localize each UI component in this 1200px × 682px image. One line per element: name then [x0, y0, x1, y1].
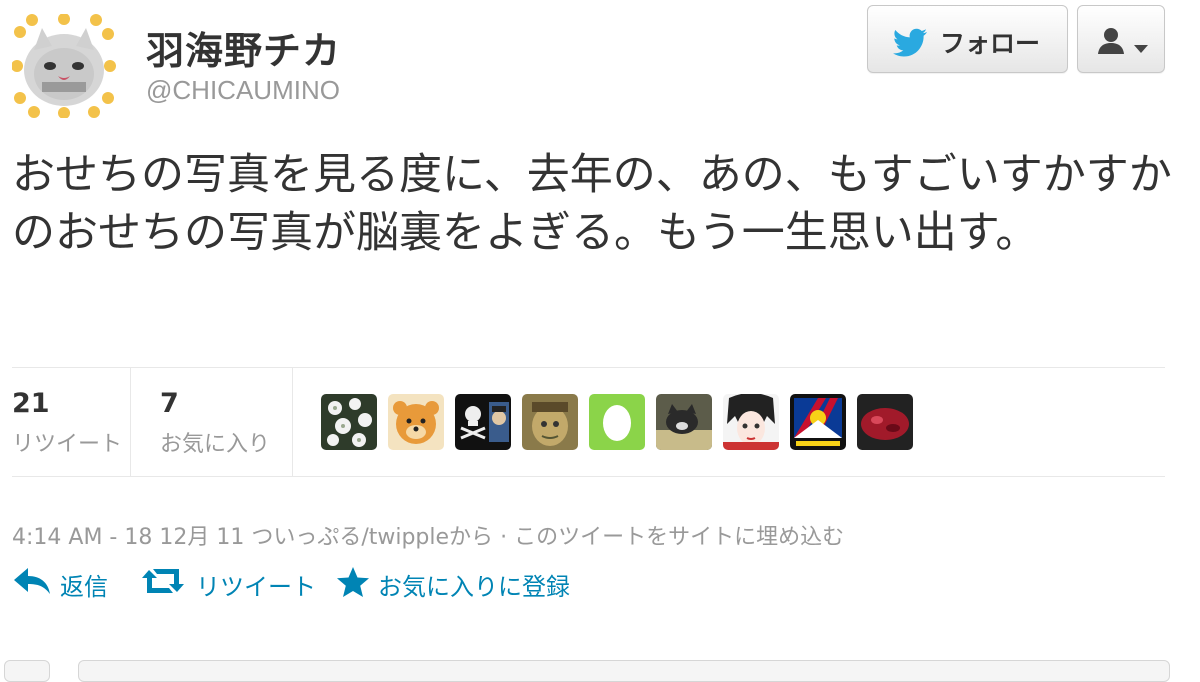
favoriter-avatar[interactable]	[388, 394, 444, 450]
cat-photo-icon	[656, 394, 712, 450]
favorite-action[interactable]: お気に入りに登録	[336, 562, 596, 602]
reply-action[interactable]: 返信	[12, 562, 122, 602]
pirate-flag-icon	[455, 394, 511, 450]
manga-girl-icon	[723, 394, 779, 450]
favoriter-avatar[interactable]	[321, 394, 377, 450]
retweet-icon	[140, 566, 186, 600]
favoriter-avatar[interactable]	[790, 394, 846, 450]
favoriter-avatar[interactable]	[656, 394, 712, 450]
tibet-flag-icon	[790, 394, 846, 450]
favoriter-avatar[interactable]	[522, 394, 578, 450]
tweet-timestamp[interactable]: 4:14 AM - 18 12月 11	[12, 525, 244, 550]
reply-box[interactable]	[78, 660, 1170, 682]
cat-avatar-icon	[12, 14, 116, 118]
favoriter-avatar[interactable]	[455, 394, 511, 450]
reply-icon	[12, 566, 52, 600]
user-avatar[interactable]	[12, 14, 116, 118]
bottom-tab[interactable]	[4, 660, 50, 682]
stats-bottom-divider	[12, 476, 1165, 477]
favoriter-avatar[interactable]	[723, 394, 779, 450]
retweet-count[interactable]: 21	[12, 388, 50, 419]
retweet-label: リツイート	[196, 573, 316, 601]
follow-button[interactable]: フォロー	[867, 5, 1068, 73]
favorite-count[interactable]: 7	[160, 388, 179, 419]
red-object-icon	[857, 394, 913, 450]
chevron-down-icon	[1134, 38, 1148, 57]
retweet-count-label[interactable]: リツイート	[12, 426, 122, 458]
orange-bear-icon	[388, 394, 444, 450]
retweet-action[interactable]: リツイート	[140, 562, 320, 602]
display-name[interactable]: 羽海野チカ	[146, 20, 341, 75]
stat-separator	[292, 368, 293, 476]
reply-label: 返信	[60, 573, 108, 601]
stats-top-divider	[12, 367, 1165, 368]
embed-tweet-link[interactable]: このツイートをサイトに埋め込む	[514, 525, 844, 550]
character-icon	[522, 394, 578, 450]
tweet-source[interactable]: ついっぷる/twippleから	[251, 525, 493, 550]
meta-separator: ·	[500, 525, 508, 550]
twitter-bird-icon	[892, 28, 928, 62]
screen-name[interactable]: @CHICAUMINO	[146, 75, 340, 106]
white-flowers-icon	[321, 394, 377, 450]
tweet-meta: 4:14 AM - 18 12月 11 ついっぷる/twippleから · この…	[12, 519, 844, 551]
stat-separator	[130, 368, 131, 476]
user-actions-button[interactable]	[1077, 5, 1165, 73]
egg-icon	[589, 394, 645, 450]
star-icon	[336, 566, 370, 602]
favoriter-avatar[interactable]	[857, 394, 913, 450]
favoriter-avatar[interactable]	[589, 394, 645, 450]
tweet-text: おせちの写真を見る度に、去年の、あの、もすごいすかすかのおせちの写真が脳裏をよぎ…	[12, 150, 1172, 258]
favorite-count-label[interactable]: お気に入り	[160, 426, 270, 458]
user-icon	[1096, 26, 1126, 60]
favorite-label: お気に入りに登録	[378, 573, 570, 601]
follow-button-label: フォロー	[940, 29, 1041, 58]
